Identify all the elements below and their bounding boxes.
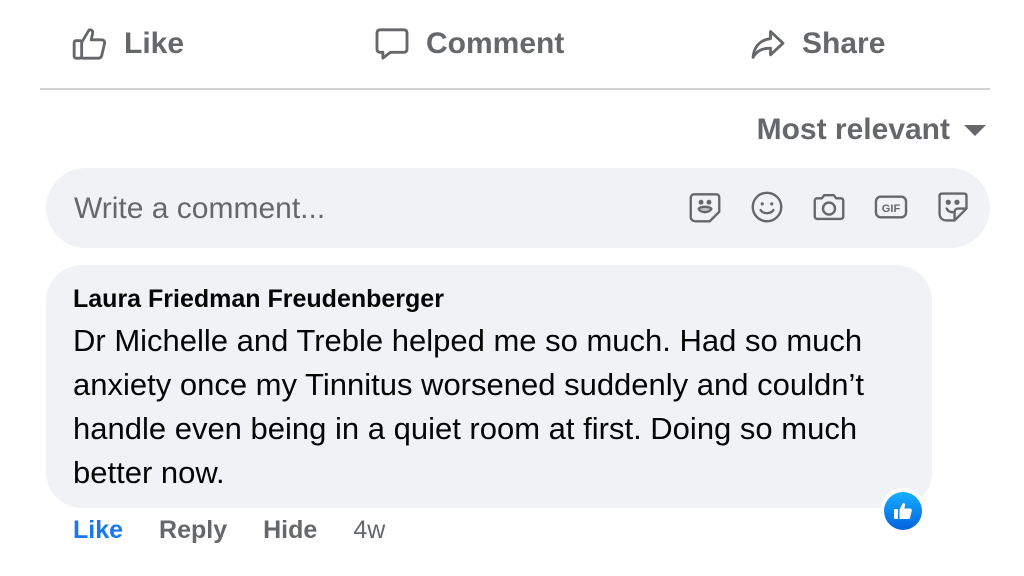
caret-down-icon [964, 124, 986, 136]
like-reaction-icon [884, 492, 922, 530]
like-button[interactable]: Like [70, 22, 184, 66]
comment-author[interactable]: Laura Friedman Freudenberger [73, 285, 444, 314]
comment-bubble-icon [375, 28, 409, 60]
emoji-icon[interactable] [748, 188, 786, 226]
post-action-bar: Like Comment Share [40, 0, 990, 90]
camera-icon[interactable] [810, 188, 848, 226]
reaction-badge[interactable] [880, 488, 926, 534]
comment-composer: GIF [46, 168, 990, 250]
comment-button[interactable]: Comment [372, 22, 564, 66]
sticker-icon[interactable] [934, 188, 972, 226]
comment-reply-link[interactable]: Reply [159, 516, 227, 545]
comment-label: Comment [426, 27, 565, 60]
comment-bubble: Laura Friedman Freudenberger Dr Michelle… [46, 265, 932, 508]
sort-label: Most relevant [756, 113, 950, 146]
thumbs-up-icon [72, 28, 107, 60]
share-button[interactable]: Share [748, 22, 885, 66]
share-label: Share [802, 27, 886, 60]
composer-icon-row: GIF [686, 188, 972, 228]
comment-input[interactable] [72, 168, 636, 250]
comment-hide-link[interactable]: Hide [263, 516, 317, 545]
gif-icon[interactable]: GIF [872, 188, 910, 226]
comment-like-link[interactable]: Like [73, 516, 123, 545]
comment-timestamp[interactable]: 4w [353, 516, 385, 545]
avatar-sticker-icon[interactable] [686, 188, 724, 226]
comment-meta-row: Like Reply Hide 4w [73, 510, 385, 550]
like-label: Like [124, 27, 185, 60]
comment-sort-dropdown[interactable]: Most relevant [757, 110, 986, 150]
comment-text: Dr Michelle and Treble helped me so much… [73, 323, 864, 490]
svg-text:GIF: GIF [882, 203, 901, 215]
share-arrow-icon [751, 30, 785, 59]
